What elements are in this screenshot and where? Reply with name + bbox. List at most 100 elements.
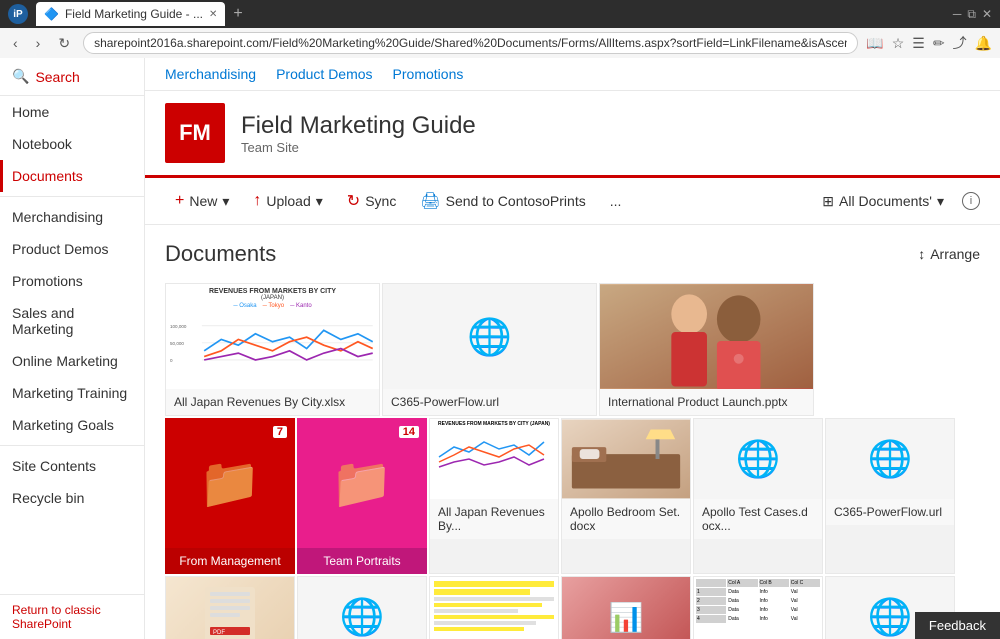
sidebar-item-recycle-bin[interactable]: Recycle bin [0, 482, 144, 514]
doc-tile-apollo-bedroom[interactable]: Apollo Bedroom Set.docx [561, 418, 691, 574]
docs-title: Documents [165, 241, 276, 267]
sync-icon: ↻ [347, 191, 360, 211]
arrange-button[interactable]: ↕ Arrange [918, 246, 980, 262]
toolbar: + New ▾ ↑ Upload ▾ ↻ Sync 🖨 Send to Cont… [145, 178, 1000, 225]
doc-tile-contoso-product[interactable]: PDF Contoso Product In... [165, 576, 295, 639]
upload-icon: ↑ [253, 192, 261, 210]
active-tab[interactable]: 🔷 Field Marketing Guide - ... ✕ [36, 2, 225, 26]
svg-text:0: 0 [170, 358, 173, 363]
sidebar-search[interactable]: 🔍 Search [0, 58, 144, 96]
browser-logo: iP [8, 4, 28, 24]
svg-text:50,000: 50,000 [170, 341, 184, 346]
doc-tile-name: Apollo Test Cases.docx... [694, 499, 822, 539]
return-to-classic-link[interactable]: Return to classic SharePoint [0, 594, 144, 639]
search-label: Search [35, 69, 79, 85]
restore-button[interactable]: ⧉ [967, 7, 976, 22]
new-icon: + [175, 192, 184, 210]
tab-favicon: 🔷 [44, 7, 59, 21]
folder-tile-from-management[interactable]: 7 📁 From Management [165, 418, 295, 574]
sidebar-item-merchandising[interactable]: Merchandising [0, 201, 144, 233]
globe-icon-4: 🌐 [340, 596, 385, 638]
send-label: Send to ContosoPrints [446, 193, 586, 209]
sidebar-divider-1 [0, 196, 144, 197]
spreadsheet-preview: Col A Col B Col C 1 Data Info Val 2 Data… [694, 577, 822, 639]
favorites-icon[interactable]: ☆ [892, 35, 905, 52]
more-button[interactable]: ... [600, 188, 632, 214]
info-button[interactable]: i [962, 192, 980, 210]
new-tab-button[interactable]: + [233, 5, 242, 23]
folder-tile-team-portraits[interactable]: 14 📁 Team Portraits [297, 418, 427, 574]
sidebar-item-label: Online Marketing [12, 353, 118, 369]
docs-area: Documents ↕ Arrange REVENUES FROM MARKET… [145, 225, 1000, 639]
doc-tile-japan-revenues[interactable]: REVENUES FROM MARKETS BY CITY (JAPAN) ─ … [165, 283, 380, 416]
reader-view-icon[interactable]: 📖 [866, 35, 883, 52]
sidebar-item-label: Marketing Training [12, 385, 127, 401]
sidebar-item-marketing-training[interactable]: Marketing Training [0, 377, 144, 409]
doc-tile-employee-health[interactable]: Col A Col B Col C 1 Data Info Val 2 Data… [693, 576, 823, 639]
return-classic-label: Return to classic SharePoint [12, 603, 101, 631]
close-window-button[interactable]: ✕ [982, 7, 992, 22]
refresh-button[interactable]: ↻ [53, 33, 75, 54]
sidebar-item-product-demos[interactable]: Product Demos [0, 233, 144, 265]
sidebar-item-notebook[interactable]: Notebook [0, 128, 144, 160]
sidebar-item-documents[interactable]: Documents [0, 160, 144, 192]
doc-tile-contract-proposals[interactable]: Contract Proposals.d... [429, 576, 559, 639]
breadcrumb-promotions[interactable]: Promotions [393, 66, 464, 82]
site-title: Field Marketing Guide [241, 112, 476, 140]
notifications-icon[interactable]: 🔔 [975, 35, 992, 52]
toolbar-right: ⊞ All Documents' ▾ i [812, 188, 980, 215]
doc-tile-c365-2[interactable]: 🌐 C365-PowerFlow.url [825, 418, 955, 574]
sidebar-bottom: Return to classic SharePoint [0, 594, 144, 639]
breadcrumb-merchandising[interactable]: Merchandising [165, 66, 256, 82]
doc-grid-row1: REVENUES FROM MARKETS BY CITY (JAPAN) ─ … [165, 283, 980, 416]
minimize-button[interactable]: ─ [953, 7, 962, 22]
upload-chevron-icon: ▾ [316, 193, 323, 210]
upload-button[interactable]: ↑ Upload ▾ [243, 187, 332, 215]
word-preview [430, 577, 558, 639]
url-bar[interactable] [83, 32, 858, 54]
doc-tile-contoso-purchasing[interactable]: 🌐 Contoso Purchasing Pro... [297, 576, 427, 639]
doc-tile-apollo-test[interactable]: 🌐 Apollo Test Cases.docx... [693, 418, 823, 574]
doc-tile-name: International Product Launch.pptx [600, 389, 813, 415]
feedback-label: Feedback [929, 618, 986, 633]
chart-title: REVENUES FROM MARKETS BY CITY [170, 288, 375, 295]
sidebar-item-home[interactable]: Home [0, 96, 144, 128]
doc-tile-name: C365-PowerFlow.url [826, 499, 954, 525]
arrange-label: Arrange [930, 246, 980, 262]
back-button[interactable]: ‹ [8, 33, 23, 53]
sidebar-item-promotions[interactable]: Promotions [0, 265, 144, 297]
breadcrumb-product-demos[interactable]: Product Demos [276, 66, 372, 82]
forward-button[interactable]: › [31, 33, 46, 53]
sidebar-item-marketing-goals[interactable]: Marketing Goals [0, 409, 144, 441]
tab-close-button[interactable]: ✕ [209, 9, 217, 20]
view-selector[interactable]: ⊞ All Documents' ▾ [812, 188, 954, 215]
sidebar-item-label: Product Demos [12, 241, 108, 257]
sidebar-item-online-marketing[interactable]: Online Marketing [0, 345, 144, 377]
printer-icon: 🖨 [420, 191, 440, 211]
sidebar-item-site-contents[interactable]: Site Contents [0, 450, 144, 482]
people-preview-image [600, 284, 813, 389]
chart-legend: ─ Osaka ─ Tokyo ─ Kanto [170, 303, 375, 309]
hub-icon[interactable]: ☰ [912, 35, 925, 52]
doc-tile-intl-launch[interactable]: International Product Launch.pptx [599, 283, 814, 416]
more-label: ... [610, 193, 622, 209]
svg-text:100,000: 100,000 [170, 324, 187, 329]
arrange-icon: ↕ [918, 246, 925, 262]
folder-tile-name: Team Portraits [297, 548, 427, 574]
notes-icon[interactable]: ✏ [933, 35, 945, 52]
chart-area: 100,000 50,000 0 [170, 311, 375, 385]
new-button[interactable]: + New ▾ [165, 187, 239, 215]
doc-grid-row3: PDF Contoso Product In... 🌐 Contoso Purc… [165, 576, 980, 639]
doc-tile-japan-revenues-2[interactable]: REVENUES FROM MARKETS BY CITY (JAPAN) Al… [429, 418, 559, 574]
doc-tile-powerflow[interactable]: 🌐 C365-PowerFlow.url [382, 283, 597, 416]
chart-subtitle: (JAPAN) [170, 295, 375, 301]
doc-tile-cr227[interactable]: 📊 CR-227 Product Overvie... [561, 576, 691, 639]
share-icon[interactable]: ⤴ [953, 33, 967, 53]
sync-button[interactable]: ↻ Sync [337, 186, 407, 216]
feedback-button[interactable]: Feedback [915, 612, 1000, 639]
sidebar-item-sales-and-marketing[interactable]: Sales and Marketing [0, 297, 144, 345]
send-to-button[interactable]: 🖨 Send to ContosoPrints [410, 186, 595, 216]
sidebar-item-label: Sales and Marketing [12, 305, 74, 337]
sidebar-divider-2 [0, 445, 144, 446]
new-label: New [189, 193, 217, 209]
